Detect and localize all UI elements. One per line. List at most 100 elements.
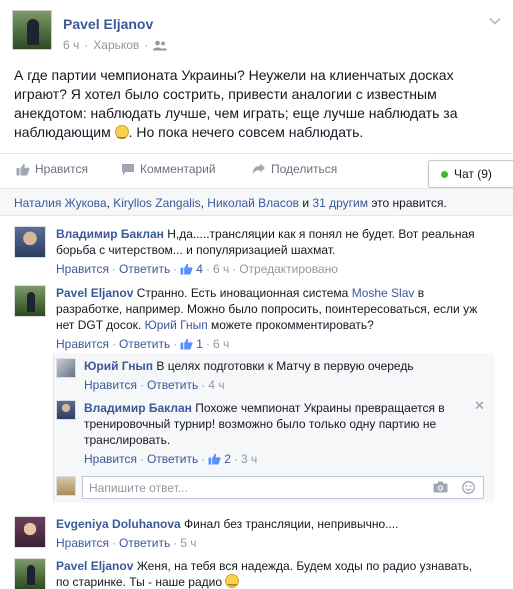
remove-reply-close-icon[interactable]: ✕ (474, 398, 485, 414)
separator: и (299, 196, 313, 210)
reply-input-placeholder: Напишите ответ... (89, 481, 188, 495)
comment-bubble-icon (122, 163, 134, 175)
post-meta: 6 ч · Харьков · (63, 38, 168, 52)
reply-reply-link[interactable]: Ответить (147, 451, 198, 467)
like-count-thumb-icon (180, 338, 193, 350)
reply-input[interactable]: Напишите ответ... (82, 476, 484, 499)
reply-footer: Нравится · Ответить · 4 ч (84, 377, 484, 393)
dot: · (201, 452, 206, 466)
chat-label: Чат (9) (454, 167, 492, 181)
emoji-smile-icon[interactable] (462, 481, 475, 494)
likes-summary: Наталия Жукова, Kiryllos Zangalis, Никол… (0, 188, 513, 216)
dot: · (111, 536, 116, 550)
reply-like-link[interactable]: Нравится (84, 451, 137, 467)
commenter-avatar[interactable] (14, 226, 46, 258)
comment-time[interactable]: 5 ч (180, 535, 196, 551)
mention-link[interactable]: Moshe Slav (352, 286, 415, 300)
comment-text: Странно. Есть иновационная система (133, 286, 352, 300)
comment-content: Pavel Eljanov Странно. Есть иновационная… (56, 285, 481, 333)
like-count-thumb-icon (208, 453, 221, 465)
comment-content: Владимир Баклан Н,да.....трансляции как … (56, 226, 486, 258)
post-location[interactable]: Харьков (93, 38, 139, 52)
comment-button[interactable]: Комментарий (121, 162, 216, 176)
comment-time[interactable]: 6 ч (213, 261, 229, 277)
reply-like-count[interactable]: 2 (224, 451, 231, 467)
commenter-avatar[interactable] (14, 558, 46, 589)
share-button[interactable]: Поделиться (252, 162, 337, 176)
comment-content: Evgeniya Doluhanova Финал без трансляции… (56, 516, 486, 532)
smile-emoji-icon (225, 573, 240, 589)
commenter-name[interactable]: Evgeniya Doluhanova (56, 517, 181, 531)
dot: · (173, 536, 178, 550)
comment-like-link[interactable]: Нравится (56, 336, 109, 352)
commenter-name[interactable]: Pavel Eljanov (56, 559, 133, 573)
reply-time[interactable]: 3 ч (241, 451, 257, 467)
comment-button-label: Комментарий (140, 162, 216, 176)
comment-reply-link[interactable]: Ответить (119, 535, 170, 551)
likes-suffix: это нравится. (367, 196, 447, 210)
share-arrow-icon (252, 163, 265, 174)
like-count-thumb-icon (180, 263, 193, 275)
others-likers-link[interactable]: 31 другим (312, 196, 368, 210)
dot: · (232, 262, 237, 276)
comment-reply-link[interactable]: Ответить (119, 261, 170, 277)
replier-name[interactable]: Юрий Гнып (84, 359, 153, 373)
friends-audience-icon[interactable] (153, 40, 168, 51)
comment-text: Финал без трансляции, непривычно.... (180, 517, 399, 531)
reply-time[interactable]: 4 ч (208, 377, 224, 393)
mention-link[interactable]: Юрий Гнып (145, 318, 208, 332)
post-options-chevron-icon[interactable] (488, 14, 502, 28)
replier-avatar[interactable] (56, 358, 76, 378)
comment-like-link[interactable]: Нравится (56, 535, 109, 551)
replier-avatar[interactable] (56, 400, 76, 420)
author-avatar[interactable] (12, 10, 52, 50)
reply-reply-link[interactable]: Ответить (147, 377, 198, 393)
replier-name[interactable]: Владимир Баклан (84, 401, 192, 415)
commenter-name[interactable]: Владимир Баклан (56, 227, 164, 241)
like-button-label: Нравится (35, 162, 88, 176)
post-text: А где партии чемпионата Украины? Неужели… (14, 66, 494, 143)
reply-footer: Нравится · Ответить · 2 · 3 ч (84, 451, 459, 467)
commenter-name[interactable]: Pavel Eljanov (56, 286, 133, 300)
commenter-avatar[interactable] (14, 516, 46, 548)
comment-footer: Нравится · Ответить · 1 · 6 ч (56, 336, 481, 352)
dot: · (201, 378, 206, 392)
post-time[interactable]: 6 ч (63, 38, 79, 52)
post-author-name[interactable]: Pavel Eljanov (63, 16, 153, 32)
smile-emoji-icon (114, 124, 129, 143)
comment-text: можете прокомментировать? (207, 318, 374, 332)
edited-label[interactable]: Отредактировано (239, 261, 338, 277)
dot: · (111, 337, 116, 351)
comment-reply-link[interactable]: Ответить (119, 336, 170, 352)
online-status-dot (441, 170, 448, 178)
comment-time[interactable]: 6 ч (213, 336, 229, 352)
comment-like-link[interactable]: Нравится (56, 261, 109, 277)
meta-dot: · (84, 38, 89, 52)
reply-content: Юрий Гнып В целях подготовки к Матчу в п… (84, 358, 484, 374)
dot: · (205, 337, 210, 351)
my-avatar (56, 476, 76, 496)
reply-content: Владимир Баклан Похоже чемпионат Украины… (84, 400, 459, 448)
commenter-avatar[interactable] (14, 285, 46, 317)
comment-like-count[interactable]: 1 (196, 336, 203, 352)
comment-like-count[interactable]: 4 (196, 261, 203, 277)
comment-footer: Нравится · Ответить · 4 · 6 ч · Отредактиров… (56, 261, 486, 277)
comment-content: Pavel Eljanov Женя, на тебя вся надежда.… (56, 558, 486, 589)
comment-footer: Нравится · Ответить · 5 ч (56, 535, 486, 551)
reply-text: В целях подготовки к Матчу в первую очер… (153, 359, 414, 373)
liker-link[interactable]: Kiryllos Zangalis (113, 196, 200, 210)
like-button[interactable]: Нравится (16, 162, 88, 176)
liker-link[interactable]: Наталия Жукова (14, 196, 107, 210)
thumbs-up-icon (16, 163, 30, 175)
replies-rail (53, 353, 54, 503)
camera-icon[interactable] (433, 481, 448, 493)
dot: · (139, 378, 144, 392)
reply-like-link[interactable]: Нравится (84, 377, 137, 393)
liker-link[interactable]: Николай Власов (207, 196, 299, 210)
meta-dot: · (144, 38, 149, 52)
dot: · (233, 452, 238, 466)
dot: · (139, 452, 144, 466)
share-button-label: Поделиться (271, 162, 338, 176)
chat-button[interactable]: Чат (9) (428, 160, 513, 188)
dot: · (173, 337, 178, 351)
